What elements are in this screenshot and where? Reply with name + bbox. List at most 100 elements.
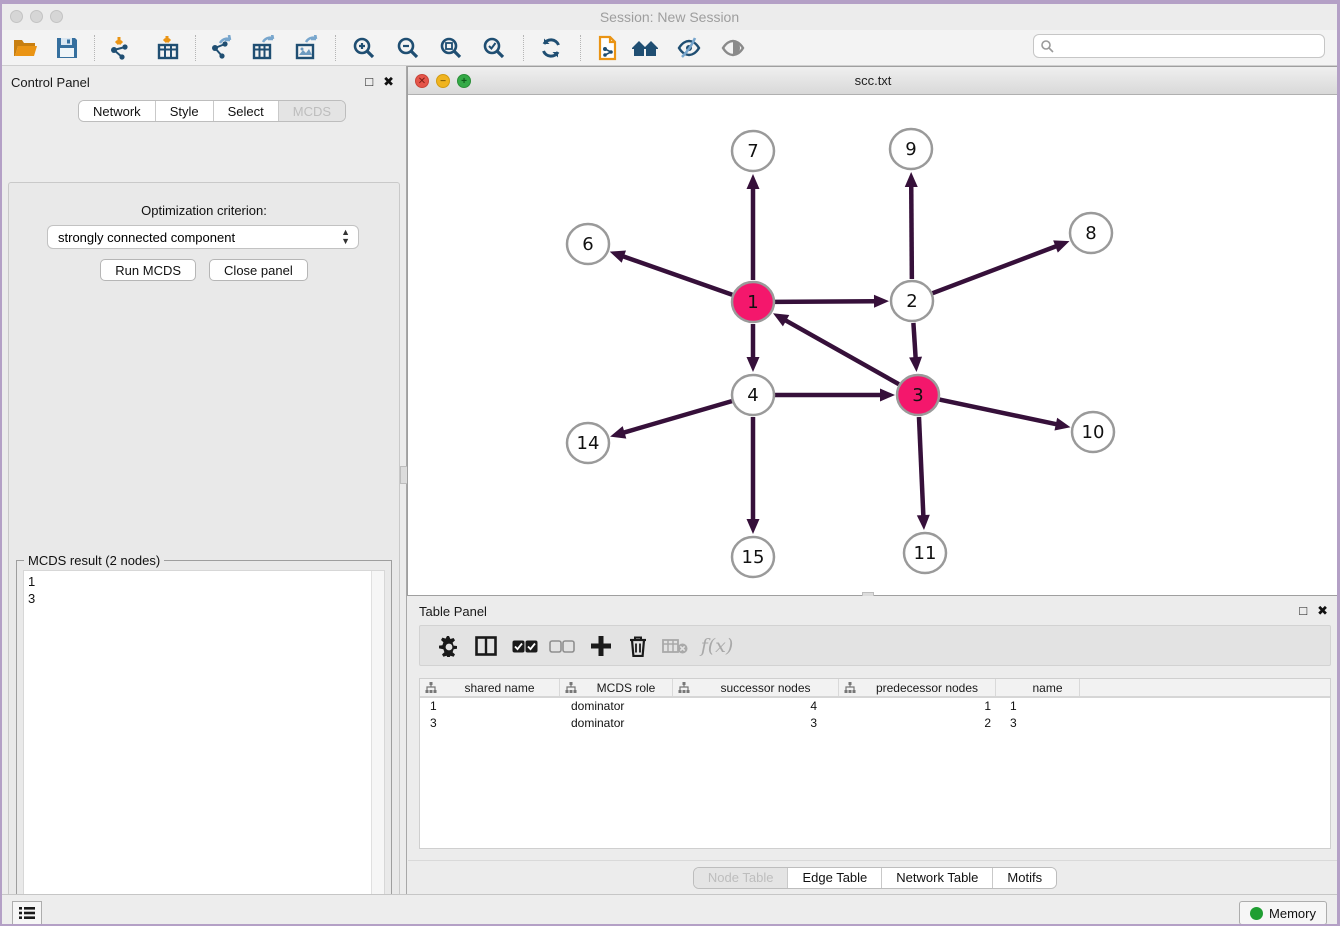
table-tabs-strip: Node TableEdge TableNetwork TableMotifs [408,860,1340,894]
edge-1-6[interactable] [623,256,732,294]
optimization-criterion-select[interactable]: strongly connected component ▲▼ [47,225,359,249]
tab-node-table[interactable]: Node Table [694,868,789,888]
scrollbar[interactable] [371,571,384,926]
control-panel: Control Panel □ ✖ NetworkStyleSelectMCDS… [2,66,406,894]
node-1[interactable]: 1 [732,282,774,322]
select-all-checkboxes-icon[interactable] [510,632,540,660]
table-row[interactable]: 3dominator323 [420,715,1330,732]
cell-MCDS-role[interactable]: dominator [561,715,675,732]
memory-status-icon [1250,907,1263,920]
cell-successor-nodes[interactable]: 4 [675,698,842,715]
cell-shared-name[interactable]: 3 [420,715,561,732]
home-icon[interactable] [630,34,660,62]
mcds-result-groupbox: MCDS result (2 nodes) 13 [16,560,392,926]
run-mcds-button[interactable]: Run MCDS [100,259,196,281]
search-input[interactable] [1058,36,1324,56]
node-9[interactable]: 9 [890,129,932,169]
cell-name[interactable]: 1 [1000,698,1085,715]
tab-style[interactable]: Style [156,101,214,121]
save-session-icon[interactable] [52,34,82,62]
refresh-icon[interactable] [536,34,566,62]
edge-2-8[interactable] [933,246,1057,293]
tab-network[interactable]: Network [79,101,156,121]
gear-icon[interactable] [434,632,464,660]
cell-predecessor-nodes[interactable]: 2 [842,715,1000,732]
column-header-predecessor-nodes[interactable]: predecessor nodes [839,679,996,696]
column-header-successor-nodes[interactable]: successor nodes [673,679,839,696]
close-panel-icon[interactable]: ✖ [383,75,394,88]
memory-button-label: Memory [1269,906,1316,921]
edge-1-2[interactable] [775,301,875,302]
result-line: 3 [28,590,35,607]
column-header-MCDS-role[interactable]: MCDS role [560,679,673,696]
cell-MCDS-role[interactable]: dominator [561,698,675,715]
tab-mcds[interactable]: MCDS [279,101,345,121]
node-3[interactable]: 3 [897,375,939,415]
network-window-titlebar[interactable]: ✕ − + scc.txt [408,67,1338,95]
node-7[interactable]: 7 [732,131,774,171]
node-8[interactable]: 8 [1070,213,1112,253]
node-15[interactable]: 15 [732,537,774,577]
node-label: 11 [914,543,937,564]
delete-column-icon[interactable] [623,632,653,660]
split-columns-icon[interactable] [471,632,501,660]
edge-2-9[interactable] [911,186,912,279]
edge-4-14[interactable] [624,401,732,433]
table-row[interactable]: 1dominator411 [420,698,1330,715]
delete-table-icon[interactable] [660,632,690,660]
cell-successor-nodes[interactable]: 3 [675,715,842,732]
node-6[interactable]: 6 [567,224,609,264]
node-11[interactable]: 11 [904,533,946,573]
export-network-icon[interactable] [206,34,236,62]
tab-edge-table[interactable]: Edge Table [788,868,882,888]
function-builder-icon[interactable]: f(x) [695,632,739,660]
network-canvas[interactable]: 7 9 6 8 1 2 4 3 14 10 15 11 [408,95,1338,595]
toolbar-separator [195,35,196,61]
zoom-out-icon[interactable] [393,34,423,62]
cell-predecessor-nodes[interactable]: 1 [842,698,1000,715]
close-table-panel-icon[interactable]: ✖ [1317,604,1328,617]
mcds-result-textarea[interactable]: 13 [23,570,385,926]
memory-button[interactable]: Memory [1239,901,1327,925]
deselect-checkboxes-icon[interactable] [547,632,577,660]
tab-motifs[interactable]: Motifs [993,868,1056,888]
copy-network-icon[interactable] [592,34,622,62]
node-4[interactable]: 4 [732,375,774,415]
edge-2-3[interactable] [913,323,915,358]
show-panel-icon[interactable] [718,34,748,62]
table-panel: Table Panel □ ✖ [408,596,1340,894]
cell-shared-name[interactable]: 1 [420,698,561,715]
tab-select[interactable]: Select [214,101,279,121]
float-panel-icon[interactable]: □ [365,75,373,88]
node-10[interactable]: 10 [1072,412,1114,452]
zoom-fit-icon[interactable] [436,34,466,62]
open-session-icon[interactable] [10,34,40,62]
hide-panel-icon[interactable] [674,34,704,62]
import-table-icon[interactable] [153,34,183,62]
cell-name[interactable]: 3 [1000,715,1085,732]
column-header-shared-name[interactable]: shared name [420,679,560,696]
node-2[interactable]: 2 [891,281,933,321]
search-field[interactable] [1033,34,1325,58]
zoom-selected-icon[interactable] [479,34,509,62]
export-table-icon[interactable] [249,34,279,62]
tab-network-table[interactable]: Network Table [882,868,993,888]
node-label: 4 [747,385,758,406]
optimization-criterion-label: Optimization criterion: [9,203,399,218]
node-14[interactable]: 14 [567,423,609,463]
node-label: 6 [582,234,593,255]
edge-3-1[interactable] [785,320,899,384]
node-label: 2 [906,291,917,312]
task-history-button[interactable] [12,901,42,925]
zoom-in-icon[interactable] [349,34,379,62]
float-table-panel-icon[interactable]: □ [1299,604,1307,617]
table-panel-title: Table Panel [419,604,487,619]
close-panel-button[interactable]: Close panel [209,259,308,281]
edge-3-10[interactable] [940,400,1057,425]
edge-3-11[interactable] [919,417,923,516]
column-header-name[interactable]: name [996,679,1080,696]
node-label: 9 [905,139,916,160]
import-network-icon[interactable] [105,34,135,62]
export-image-icon[interactable] [292,34,322,62]
add-column-icon[interactable] [586,632,616,660]
